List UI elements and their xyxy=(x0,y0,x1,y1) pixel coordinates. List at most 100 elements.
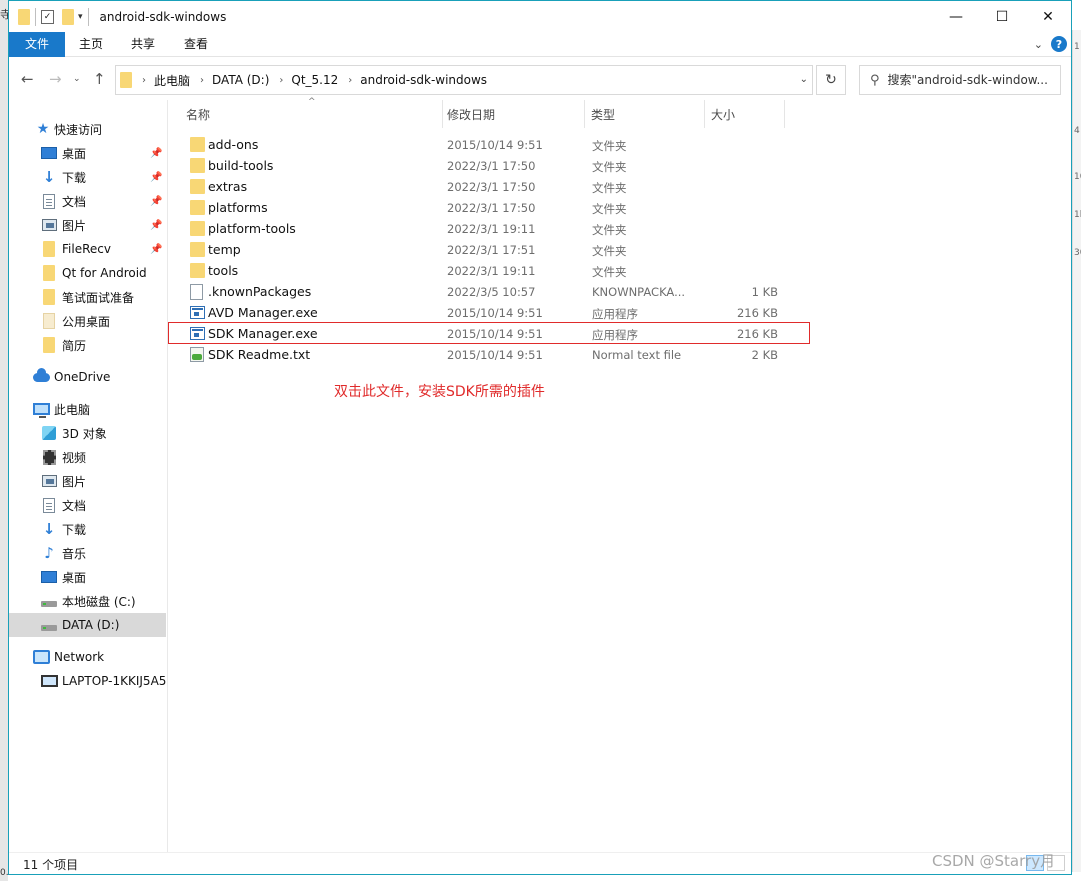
chevron-down-icon[interactable]: ⌄ xyxy=(800,74,808,85)
sidebar-item-local-disk-c[interactable]: 本地磁盘 (C:) xyxy=(9,589,166,613)
document-icon xyxy=(40,496,58,514)
chevron-right-icon[interactable]: › xyxy=(348,75,352,86)
sidebar-item-qt-for-android[interactable]: Qt for Android xyxy=(9,261,166,285)
breadcrumb-qt[interactable]: Qt_5.12 xyxy=(291,73,338,87)
sidebar-item-interview-prep[interactable]: 笔试面试准备 xyxy=(9,285,166,309)
navigation-pane: ★ 快速访问 桌面 📌 ↓ 下载 📌 文档 📌 图片 📌 FileRecv 📌 xyxy=(9,113,166,853)
sidebar-item-laptop[interactable]: LAPTOP-1KKIJ5A5 xyxy=(9,669,166,693)
breadcrumb-data-drive[interactable]: DATA (D:) xyxy=(212,73,269,87)
sidebar-item-network[interactable]: Network xyxy=(9,645,166,669)
sidebar-item-desktop-pc[interactable]: 桌面 xyxy=(9,565,166,589)
refresh-icon: ↻ xyxy=(825,72,837,88)
sidebar-item-3d-objects[interactable]: 3D 对象 xyxy=(9,421,166,445)
file-row[interactable]: add-ons 2015/10/14 9:51 文件夹 xyxy=(168,134,1068,155)
file-row[interactable]: platforms 2022/3/1 17:50 文件夹 xyxy=(168,197,1068,218)
search-icon: ⚲ xyxy=(870,72,880,88)
column-header-date[interactable]: 修改日期 xyxy=(447,100,587,128)
chevron-right-icon[interactable]: › xyxy=(142,75,146,86)
column-divider[interactable] xyxy=(584,100,585,128)
sidebar-item-downloads-pc[interactable]: ↓ 下载 xyxy=(9,517,166,541)
recent-locations-chevron-icon[interactable]: ⌄ xyxy=(73,74,81,84)
sidebar-item-music[interactable]: ♪ 音乐 xyxy=(9,541,166,565)
file-row[interactable]: platform-tools 2022/3/1 19:11 文件夹 xyxy=(168,218,1068,239)
sidebar-item-documents[interactable]: 文档 📌 xyxy=(9,189,166,213)
help-icon[interactable]: ? xyxy=(1051,36,1067,52)
file-row[interactable]: AVD Manager.exe 2015/10/14 9:51 应用程序 216… xyxy=(168,302,1068,323)
file-row[interactable]: SDK Readme.txt 2015/10/14 9:51 Normal te… xyxy=(168,344,1068,365)
back-arrow-icon[interactable]: ← xyxy=(21,70,34,88)
minimize-button[interactable]: — xyxy=(933,1,979,32)
sidebar-item-downloads[interactable]: ↓ 下载 📌 xyxy=(9,165,166,189)
tab-view[interactable]: 查看 xyxy=(170,32,222,57)
chevron-right-icon[interactable]: › xyxy=(279,75,283,86)
sidebar-item-data-d[interactable]: DATA (D:) xyxy=(9,613,166,637)
sidebar-item-label: FileRecv xyxy=(62,242,111,256)
sidebar-item-this-pc[interactable]: 此电脑 xyxy=(9,397,166,421)
file-row[interactable]: tools 2022/3/1 19:11 文件夹 xyxy=(168,260,1068,281)
star-icon: ★ xyxy=(36,121,50,137)
edge-text-fragment: 1b xyxy=(1074,210,1081,220)
folder-icon xyxy=(190,137,205,152)
window-controls: — ☐ ✕ xyxy=(933,1,1071,32)
column-header-name[interactable]: 名称 xyxy=(186,100,446,128)
pin-icon[interactable]: 📌 xyxy=(150,172,162,183)
pin-icon[interactable]: 📌 xyxy=(150,220,162,231)
sidebar-item-resume[interactable]: 简历 xyxy=(9,333,166,357)
sidebar-item-desktop[interactable]: 桌面 📌 xyxy=(9,141,166,165)
sidebar-item-label: LAPTOP-1KKIJ5A5 xyxy=(62,674,167,688)
forward-arrow-icon[interactable]: → xyxy=(49,70,62,88)
breadcrumb-this-pc[interactable]: 此电脑 xyxy=(154,72,190,89)
file-date: 2022/3/1 17:50 xyxy=(447,180,536,194)
customize-toolbar-icon[interactable]: ▾ xyxy=(78,12,83,22)
column-divider[interactable] xyxy=(442,100,443,128)
expand-ribbon-icon[interactable]: ⌄ xyxy=(1034,38,1043,51)
sidebar-item-pictures-pc[interactable]: 图片 xyxy=(9,469,166,493)
file-row[interactable]: .knownPackages 2022/3/5 10:57 KNOWNPACKA… xyxy=(168,281,1068,302)
download-icon: ↓ xyxy=(42,520,56,538)
file-row[interactable]: extras 2022/3/1 17:50 文件夹 xyxy=(168,176,1068,197)
sidebar-item-filerecv[interactable]: FileRecv 📌 xyxy=(9,237,166,261)
address-bar[interactable]: › 此电脑 › DATA (D:) › Qt_5.12 › android-sd… xyxy=(115,65,813,95)
tab-share[interactable]: 共享 xyxy=(117,32,169,57)
search-box[interactable]: ⚲ xyxy=(859,65,1061,95)
search-input[interactable] xyxy=(887,73,1050,87)
sidebar-item-quick-access[interactable]: ★ 快速访问 xyxy=(9,117,166,141)
file-type: 应用程序 xyxy=(592,307,638,321)
file-row[interactable]: temp 2022/3/1 17:51 文件夹 xyxy=(168,239,1068,260)
pin-icon[interactable]: 📌 xyxy=(150,148,162,159)
chevron-right-icon[interactable]: › xyxy=(200,75,204,86)
application-icon xyxy=(190,305,205,319)
file-list-pane: ^ 名称 修改日期 类型 大小 add-ons 2015/10/14 9:51 … xyxy=(167,97,1069,852)
folder-icon xyxy=(40,312,58,330)
edge-text-fragment: 30 xyxy=(1074,248,1081,258)
file-type: 文件夹 xyxy=(592,202,627,216)
close-button[interactable]: ✕ xyxy=(1025,1,1071,32)
sidebar-item-onedrive[interactable]: OneDrive xyxy=(9,365,166,389)
file-size: 2 KB xyxy=(751,348,778,362)
tab-home[interactable]: 主页 xyxy=(65,32,117,57)
up-arrow-icon[interactable]: ↑ xyxy=(93,70,106,88)
sidebar-item-videos[interactable]: 视频 xyxy=(9,445,166,469)
pin-icon[interactable]: 📌 xyxy=(150,196,162,207)
sidebar-item-pictures[interactable]: 图片 📌 xyxy=(9,213,166,237)
folder-icon xyxy=(190,221,205,236)
file-date: 2022/3/1 19:11 xyxy=(447,264,536,278)
new-folder-icon[interactable] xyxy=(62,8,74,25)
toolbar-divider xyxy=(35,7,36,26)
file-row[interactable]: build-tools 2022/3/1 17:50 文件夹 xyxy=(168,155,1068,176)
breadcrumb-current-folder[interactable]: android-sdk-windows xyxy=(360,73,487,87)
sidebar-item-public-desktop[interactable]: 公用桌面 xyxy=(9,309,166,333)
maximize-button[interactable]: ☐ xyxy=(979,1,1025,32)
sidebar-item-documents-pc[interactable]: 文档 xyxy=(9,493,166,517)
file-date: 2022/3/1 17:50 xyxy=(447,159,536,173)
properties-icon[interactable]: ✓ xyxy=(41,9,54,24)
column-divider[interactable] xyxy=(704,100,705,128)
column-divider[interactable] xyxy=(784,100,785,128)
tab-file[interactable]: 文件 xyxy=(9,32,65,57)
pin-icon[interactable]: 📌 xyxy=(150,244,162,255)
column-header-size[interactable]: 大小 xyxy=(711,100,781,128)
sidebar-item-label: 音乐 xyxy=(62,546,87,561)
column-header-type[interactable]: 类型 xyxy=(591,100,701,128)
file-name: extras xyxy=(208,179,248,194)
refresh-button[interactable]: ↻ xyxy=(816,65,846,95)
